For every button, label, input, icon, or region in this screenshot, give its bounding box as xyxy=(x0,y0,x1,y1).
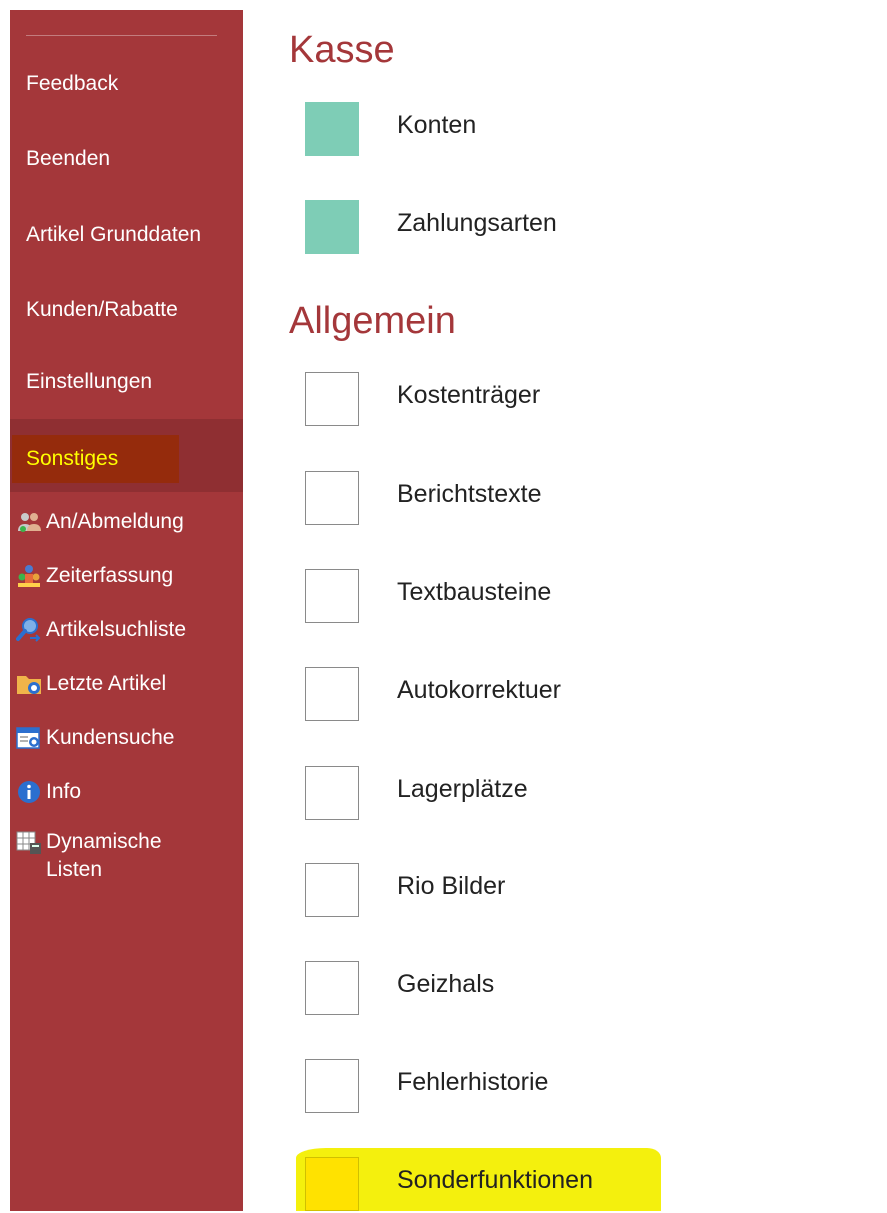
nav-kunden-rabatte[interactable]: Kunden/Rabatte xyxy=(10,290,243,330)
entry-label: Textbausteine xyxy=(397,578,552,606)
tool-label: Artikelsuchliste xyxy=(46,618,187,641)
info-icon xyxy=(16,779,42,805)
tool-label: Dynamische Listen xyxy=(46,830,162,881)
entry-tile xyxy=(305,1157,359,1211)
entry-konten[interactable]: Konten xyxy=(305,102,825,158)
tool-label: Zeiterfassung xyxy=(46,564,174,587)
entry-label: Lagerplätze xyxy=(397,775,528,803)
nav-einstellungen[interactable]: Einstellungen xyxy=(10,362,243,402)
sidebar-separator xyxy=(26,35,217,36)
entry-tile xyxy=(305,200,359,254)
tool-label: Letzte Artikel xyxy=(46,672,167,695)
entry-tile xyxy=(305,961,359,1015)
entry-tile xyxy=(305,667,359,721)
entry-lagerplaetze[interactable]: Lagerplätze xyxy=(305,766,825,822)
backstage-sidebar: Feedback Beenden Artikel Grunddaten Kund… xyxy=(10,10,243,1211)
nav-sonstiges[interactable]: Sonstiges xyxy=(10,430,243,488)
tool-label: Info xyxy=(46,780,82,803)
tool-info[interactable]: Info xyxy=(10,772,243,812)
entry-label: Konten xyxy=(397,111,477,139)
entry-tile xyxy=(305,1059,359,1113)
entry-geizhals[interactable]: Geizhals xyxy=(305,961,825,1017)
tool-letzte-artikel[interactable]: Letzte Artikel xyxy=(10,664,243,704)
customer-search-icon xyxy=(16,725,42,751)
tool-kundensuche[interactable]: Kundensuche xyxy=(10,718,243,758)
team-clock-icon xyxy=(16,563,42,589)
entry-berichtstexte[interactable]: Berichtstexte xyxy=(305,471,825,527)
search-list-icon xyxy=(16,617,42,643)
entry-kostentraeger[interactable]: Kostenträger xyxy=(305,372,825,428)
entry-label: Berichtstexte xyxy=(397,480,542,508)
entry-fehlerhistorie[interactable]: Fehlerhistorie xyxy=(305,1059,825,1115)
tool-an-abmeldung[interactable]: An/Abmeldung xyxy=(10,502,243,542)
entry-autokorrektuer[interactable]: Autokorrektuer xyxy=(305,667,825,723)
tool-dynamische-listen[interactable]: Dynamische Listen xyxy=(10,828,243,892)
tool-label: Kundensuche xyxy=(46,726,175,749)
tool-artikelsuchliste[interactable]: Artikelsuchliste xyxy=(10,610,243,650)
nav-beenden[interactable]: Beenden xyxy=(10,139,243,179)
entry-label: Fehlerhistorie xyxy=(397,1068,549,1096)
tool-zeiterfassung[interactable]: Zeiterfassung xyxy=(10,556,243,596)
nav-feedback[interactable]: Feedback xyxy=(10,64,243,104)
nav-sonstiges-label: Sonstiges xyxy=(26,447,119,470)
nav-artikel-grunddaten[interactable]: Artikel Grunddaten xyxy=(10,215,243,255)
entry-tile xyxy=(305,569,359,623)
section-title-allgemein: Allgemein xyxy=(289,300,456,342)
entry-tile xyxy=(305,372,359,426)
table-calculator-icon xyxy=(16,830,42,856)
entry-label: Zahlungsarten xyxy=(397,209,557,237)
entry-zahlungsarten[interactable]: Zahlungsarten xyxy=(305,200,825,256)
entry-label: Geizhals xyxy=(397,970,495,998)
entry-tile xyxy=(305,766,359,820)
entry-tile xyxy=(305,471,359,525)
entry-rio-bilder[interactable]: Rio Bilder xyxy=(305,863,825,919)
folder-recent-icon xyxy=(16,671,42,697)
tool-label: An/Abmeldung xyxy=(46,510,184,533)
entry-label: Rio Bilder xyxy=(397,872,506,900)
users-icon xyxy=(16,509,42,535)
entry-label: Sonderfunktionen xyxy=(397,1166,593,1194)
entry-tile xyxy=(305,102,359,156)
entry-tile xyxy=(305,863,359,917)
entry-label: Kostenträger xyxy=(397,381,541,409)
entry-textbausteine[interactable]: Textbausteine xyxy=(305,569,825,625)
entry-sonderfunktionen[interactable]: Sonderfunktionen xyxy=(305,1157,825,1213)
section-title-kasse: Kasse xyxy=(289,29,395,71)
settings-content: Kasse Konten Zahlungsarten Allgemein Kos… xyxy=(243,10,887,1211)
entry-label: Autokorrektuer xyxy=(397,676,561,704)
